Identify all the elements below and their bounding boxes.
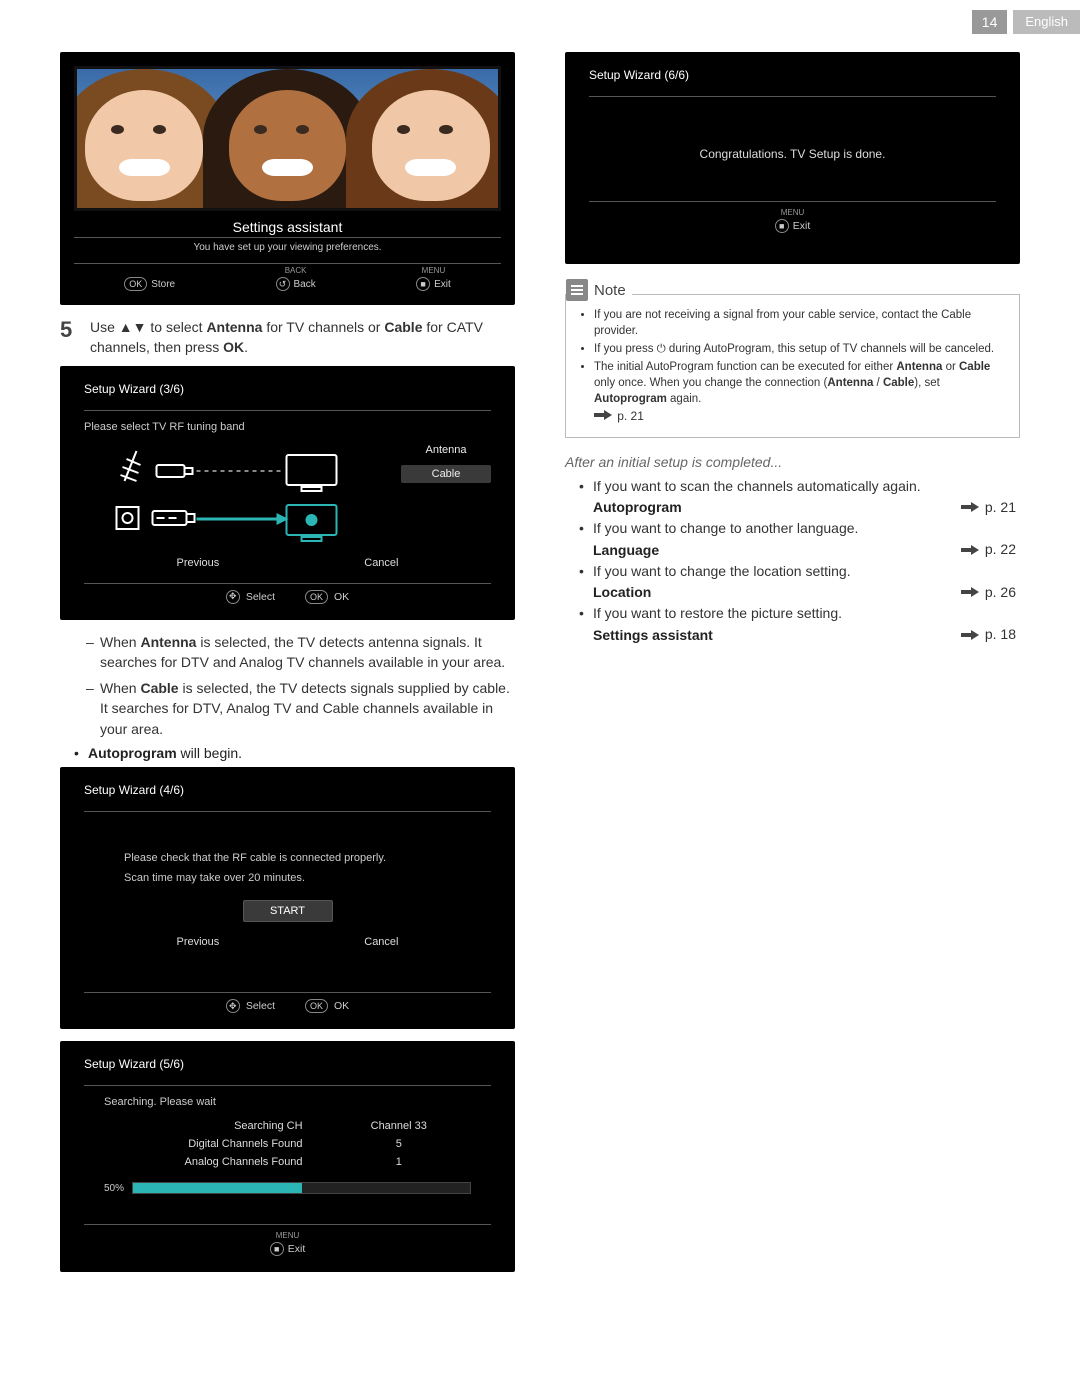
cancel-button[interactable]: Cancel — [364, 936, 398, 948]
previous-button[interactable]: Previous — [176, 557, 219, 569]
wizard-3of6-sub: Please select TV RF tuning band — [84, 421, 491, 433]
page-ref: p. 26 — [985, 582, 1016, 603]
page-ref-arrow-icon — [961, 630, 981, 640]
after-heading: After an initial setup is completed... — [565, 454, 1020, 470]
back-top-label: BACK — [276, 266, 316, 275]
store-label: Store — [151, 279, 175, 290]
wizard-6of6-title: Setup Wizard (6/6) — [589, 68, 996, 92]
autoprogram-begin: Autoprogram will begin. — [60, 745, 515, 761]
searching-label: Searching. Please wait — [84, 1096, 491, 1108]
step-5: 5 Use ▲▼ to select Antenna for TV channe… — [60, 317, 515, 358]
page-ref-arrow-icon — [961, 545, 981, 555]
select-label: Select — [246, 591, 275, 603]
note-list: If you are not receiving a signal from y… — [576, 307, 1009, 425]
exit-label: Exit — [288, 1243, 306, 1255]
progress-bar — [132, 1182, 471, 1194]
page-ref: p. 22 — [985, 539, 1016, 560]
wizard-4of6-line1: Please check that the RF cable is connec… — [84, 852, 491, 864]
tuning-diagram — [84, 441, 389, 551]
panel-wizard-4of6: Setup Wizard (4/6) Please check that the… — [60, 767, 515, 1029]
ok-key-icon: OK — [305, 999, 328, 1013]
note-item: If you are not receiving a signal from y… — [594, 307, 1009, 339]
ok-label: OK — [334, 591, 349, 603]
panel-wizard-3of6: Setup Wizard (3/6) Please select TV RF t… — [60, 366, 515, 620]
after-ref-label: Autoprogram — [593, 497, 682, 518]
after-list: If you want to scan the channels automat… — [565, 476, 1020, 646]
ok-label: OK — [334, 1000, 349, 1012]
option-cable[interactable]: Cable — [401, 465, 491, 483]
after-ref-label: Language — [593, 540, 659, 561]
wizard-3of6-title: Setup Wizard (3/6) — [84, 382, 491, 406]
dash-list: When Antenna is selected, the TV detects… — [60, 632, 515, 739]
cancel-button[interactable]: Cancel — [364, 557, 398, 569]
page-ref-arrow-icon — [594, 410, 614, 420]
after-ref: Settings assistant p. 18 — [565, 624, 1020, 646]
page-ref-arrow-icon — [961, 587, 981, 597]
language-label: English — [1013, 10, 1080, 34]
option-antenna[interactable]: Antenna — [401, 441, 491, 459]
page-ref: p. 21 — [617, 408, 644, 425]
assistant-photo — [74, 66, 501, 211]
previous-button[interactable]: Previous — [176, 936, 219, 948]
after-item: If you want to change to another languag… — [565, 518, 1020, 539]
ok-key-icon: OK — [305, 590, 328, 604]
page-number: 14 — [972, 10, 1008, 34]
wizard-4of6-line2: Scan time may take over 20 minutes. — [84, 872, 491, 884]
updown-arrows-icon: ▲▼ — [119, 319, 147, 335]
select-label: Select — [246, 1000, 275, 1012]
step-text: Use ▲▼ to select Antenna for TV channels… — [90, 317, 515, 358]
note-icon — [566, 279, 588, 301]
exit-label: Exit — [434, 279, 451, 290]
step-number: 5 — [60, 317, 80, 358]
exit-label: Exit — [793, 220, 811, 232]
after-ref-label: Settings assistant — [593, 625, 713, 646]
after-item: If you want to change the location setti… — [565, 561, 1020, 582]
after-item: If you want to restore the picture setti… — [565, 603, 1020, 624]
note-box: Note If you are not receiving a signal f… — [565, 294, 1020, 438]
assistant-subtitle: You have set up your viewing preferences… — [74, 238, 501, 263]
start-button[interactable]: START — [243, 900, 333, 922]
wizard-5of6-title: Setup Wizard (5/6) — [84, 1057, 491, 1081]
panel-wizard-6of6: Setup Wizard (6/6) Congratulations. TV S… — [565, 52, 1020, 264]
page-ref: p. 18 — [985, 624, 1016, 645]
back-label: Back — [294, 279, 316, 290]
panel-settings-assistant: Settings assistant You have set up your … — [60, 52, 515, 305]
page-ref-arrow-icon — [961, 502, 981, 512]
menu-top-label: MENU — [781, 208, 805, 217]
note-item: If you press ⏻ during AutoProgram, this … — [594, 341, 1009, 357]
wizard-6of6-message: Congratulations. TV Setup is done. — [589, 107, 996, 201]
exit-button-icon: ■ — [416, 277, 430, 291]
after-ref: Language p. 22 — [565, 539, 1020, 561]
note-label: Note — [594, 282, 626, 299]
after-ref-label: Location — [593, 582, 651, 603]
menu-top-label: MENU — [416, 266, 451, 275]
exit-button-icon: ■ — [270, 1242, 284, 1256]
after-ref: Location p. 26 — [565, 582, 1020, 604]
wizard-4of6-title: Setup Wizard (4/6) — [84, 783, 491, 807]
after-item: If you want to scan the channels automat… — [565, 476, 1020, 497]
assistant-title: Settings assistant — [74, 211, 501, 238]
note-item: The initial AutoProgram function can be … — [594, 359, 1009, 424]
dpad-icon: ✥ — [226, 999, 240, 1013]
exit-button-icon: ■ — [775, 219, 789, 233]
panel-wizard-5of6: Setup Wizard (5/6) Searching. Please wai… — [60, 1041, 515, 1272]
menu-top-label: MENU — [276, 1231, 300, 1240]
after-ref: Autoprogram p. 21 — [565, 497, 1020, 519]
assistant-footer: OK Store BACK ↺ Back MENU ■ Exit — [74, 263, 501, 291]
progress-percent: 50% — [104, 1183, 124, 1194]
back-button-icon: ↺ — [276, 277, 290, 291]
ok-key-icon: OK — [124, 277, 147, 291]
search-results-table: Searching CHChannel 33 Digital Channels … — [84, 1116, 491, 1172]
page-ref: p. 21 — [985, 497, 1016, 518]
dpad-icon: ✥ — [226, 590, 240, 604]
